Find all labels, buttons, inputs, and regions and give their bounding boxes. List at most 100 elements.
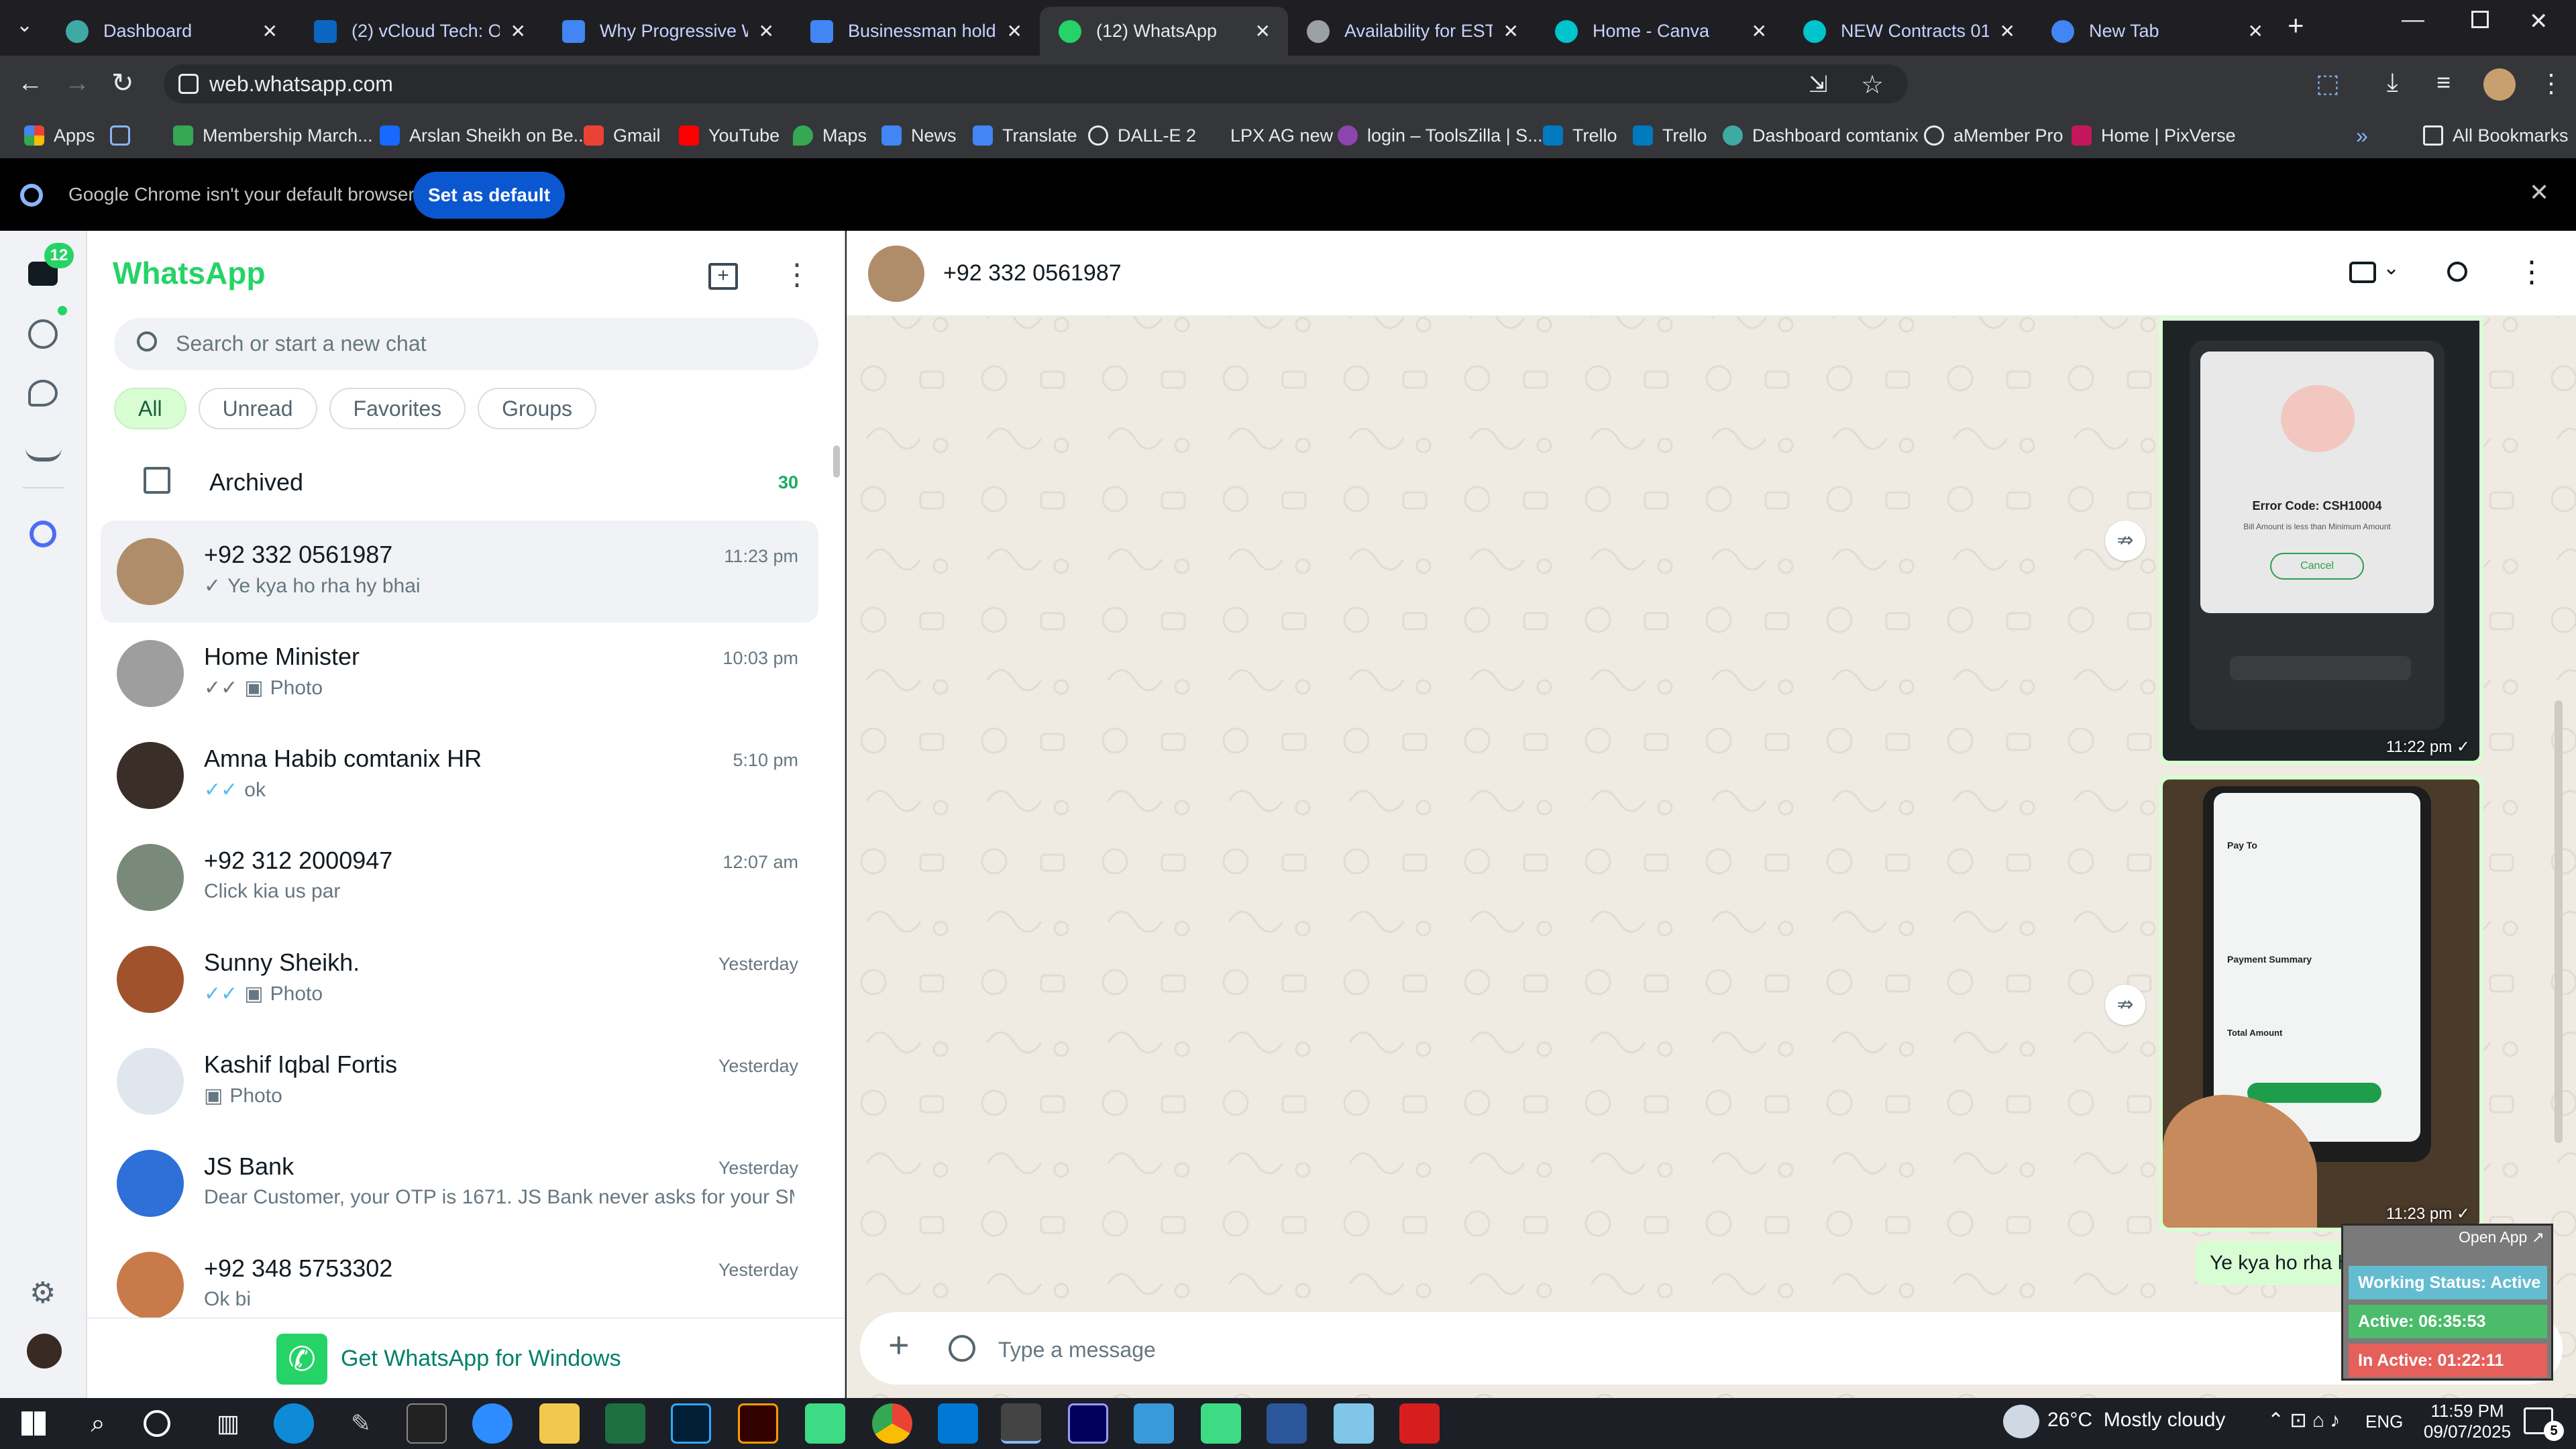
site-info-icon[interactable] xyxy=(178,74,199,94)
status-icon[interactable] xyxy=(28,319,58,349)
tab-dashboard[interactable]: Dashboard ✕ xyxy=(47,7,295,56)
bookmark-maps[interactable]: Maps xyxy=(793,123,867,148)
weather-cloudy-icon[interactable] xyxy=(2003,1405,2039,1438)
contact-avatar[interactable] xyxy=(868,246,924,302)
message-composer[interactable]: + Type a message xyxy=(860,1312,2563,1385)
new-chat-icon[interactable]: + xyxy=(708,263,738,290)
close-icon[interactable]: ✕ xyxy=(2529,178,2549,207)
edge-icon[interactable] xyxy=(274,1403,314,1444)
tab-vcloud[interactable]: (2) vCloud Tech: Over ✕ xyxy=(295,7,543,56)
tab-businessman[interactable]: Businessman holding ✕ xyxy=(792,7,1040,56)
chrome-icon[interactable] xyxy=(872,1403,912,1444)
bookmark-amember[interactable]: aMember Pro xyxy=(1924,123,2063,148)
file-explorer-icon[interactable] xyxy=(539,1403,580,1444)
acrobat-icon[interactable] xyxy=(1399,1403,1440,1444)
app-blue-icon[interactable] xyxy=(1134,1403,1174,1444)
vscode-icon[interactable] xyxy=(938,1403,978,1444)
filter-all[interactable]: All xyxy=(114,388,186,429)
bookmark-dashboard-comtanix[interactable]: Dashboard comtanix xyxy=(1723,123,1919,148)
close-icon[interactable]: ✕ xyxy=(759,20,774,42)
bookmark-pixverse[interactable]: Home | PixVerse xyxy=(2072,123,2236,148)
message-input[interactable]: Type a message xyxy=(998,1338,1156,1362)
photoshop-icon[interactable] xyxy=(671,1403,711,1444)
contact-name[interactable]: +92 332 0561987 xyxy=(943,260,1122,286)
tab-whatsapp[interactable]: (12) WhatsApp ✕ xyxy=(1040,7,1288,56)
system-tray-icons[interactable]: ⌃ ⊡ ⌂ ♪ xyxy=(2267,1409,2340,1432)
forward-icon[interactable]: → xyxy=(64,69,90,98)
profile-avatar[interactable] xyxy=(2483,68,2516,101)
back-icon[interactable]: ← xyxy=(17,69,43,98)
pen-icon[interactable]: ✎ xyxy=(341,1403,381,1444)
bookmark-youtube[interactable]: YouTube xyxy=(679,123,780,148)
chat-header[interactable]: +92 332 0561987 ⌄ ⋮ xyxy=(847,231,2576,317)
app-green-icon[interactable] xyxy=(1201,1403,1241,1444)
chat-row[interactable]: Kashif Iqbal Fortis Yesterday ▣ Photo xyxy=(101,1030,818,1132)
profile-avatar[interactable] xyxy=(27,1334,62,1368)
app-green-icon[interactable] xyxy=(805,1403,845,1444)
set-as-default-button[interactable]: Set as default xyxy=(413,172,565,219)
close-icon[interactable]: ✕ xyxy=(1752,20,1767,42)
filter-favorites[interactable]: Favorites xyxy=(329,388,466,429)
language-indicator[interactable]: ENG xyxy=(2365,1411,2403,1432)
scrollbar[interactable] xyxy=(2555,700,2563,1143)
filter-unread[interactable]: Unread xyxy=(198,388,317,429)
tab-progressive-web[interactable]: Why Progressive Web ✕ xyxy=(543,7,792,56)
close-icon[interactable]: ✕ xyxy=(262,20,278,42)
address-bar[interactable]: web.whatsapp.com ⇲ ☆ xyxy=(164,64,1908,103)
terminal-icon[interactable] xyxy=(407,1403,447,1444)
chat-row[interactable]: Home Minister 10:03 pm ✓✓ ▣ Photo xyxy=(101,623,818,724)
close-icon[interactable]: ✕ xyxy=(1503,20,1519,42)
close-icon[interactable]: ✕ xyxy=(2248,20,2263,42)
search-icon[interactable] xyxy=(2447,262,2467,282)
chat-row[interactable]: Amna Habib comtanix HR 5:10 pm ✓✓ ok xyxy=(101,724,818,826)
scrollbar[interactable] xyxy=(833,445,840,478)
close-icon[interactable]: ✕ xyxy=(2000,20,2015,42)
chat-row[interactable]: +92 312 2000947 12:07 am Click kia us pa… xyxy=(101,826,818,928)
sticker-icon[interactable] xyxy=(949,1335,975,1362)
chat-row[interactable]: Sunny Sheikh. Yesterday ✓✓ ▣ Photo xyxy=(101,928,818,1030)
tab-new-tab[interactable]: New Tab ✕ xyxy=(2033,7,2281,56)
bookmark-grid[interactable] xyxy=(110,123,140,148)
tab-search-icon[interactable]: ⌄ xyxy=(16,13,33,37)
url-text[interactable]: web.whatsapp.com xyxy=(209,72,393,97)
restore-button[interactable] xyxy=(2471,11,2489,28)
word-icon[interactable] xyxy=(1267,1403,1307,1444)
download-icon[interactable]: ⤓ xyxy=(2387,68,2398,97)
bookmark-membership[interactable]: Membership March... xyxy=(173,123,373,148)
weather-text[interactable]: 26°C Mostly cloudy xyxy=(2047,1409,2225,1432)
video-call-icon[interactable] xyxy=(2349,262,2376,283)
chrome-active-icon[interactable] xyxy=(1001,1403,1041,1444)
extensions-icon[interactable]: ⬚ xyxy=(2316,68,2340,99)
bookmark-translate[interactable]: Translate xyxy=(973,123,1077,148)
filter-groups[interactable]: Groups xyxy=(478,388,597,429)
image-message[interactable]: Error Code: CSH10004 Bill Amount is less… xyxy=(2159,317,2483,765)
channels-icon[interactable] xyxy=(28,380,58,407)
tab-availability[interactable]: Availability for EST sh ✕ xyxy=(1288,7,1536,56)
cortana-icon[interactable] xyxy=(144,1410,170,1437)
reload-icon[interactable]: ↻ xyxy=(111,68,134,99)
close-icon[interactable]: ✕ xyxy=(1255,20,1271,42)
premiere-icon[interactable] xyxy=(1068,1403,1108,1444)
windows-start-icon[interactable] xyxy=(13,1403,54,1444)
menu-icon[interactable]: ⋮ xyxy=(782,258,812,292)
image-message[interactable]: Pay To Payment Summary Total Amount 11:2… xyxy=(2159,775,2483,1232)
task-view-icon[interactable]: ▥ xyxy=(208,1403,248,1444)
attach-plus-icon[interactable]: + xyxy=(888,1327,910,1363)
settings-gear-icon[interactable]: ⚙ xyxy=(30,1279,56,1308)
search-icon[interactable]: ⌕ xyxy=(78,1403,118,1444)
app-light-blue-icon[interactable] xyxy=(1334,1403,1374,1444)
communities-icon[interactable] xyxy=(25,437,62,462)
tab-canva[interactable]: Home - Canva ✕ xyxy=(1536,7,1784,56)
bookmark-behance[interactable]: Arslan Sheikh on Be... xyxy=(380,123,588,148)
close-icon[interactable]: ✕ xyxy=(511,20,526,42)
bookmark-apps[interactable]: Apps xyxy=(24,123,95,148)
search-input[interactable]: Search or start a new chat xyxy=(114,318,818,370)
get-windows-link[interactable]: Get WhatsApp for Windows xyxy=(341,1346,621,1372)
bookmark-gmail[interactable]: Gmail xyxy=(584,123,661,148)
bookmarks-overflow-icon[interactable]: » xyxy=(2356,123,2368,148)
media-control-icon[interactable]: ≡ xyxy=(2436,68,2451,97)
new-tab-button[interactable]: + xyxy=(2288,9,2304,42)
bookmark-news[interactable]: News xyxy=(881,123,957,148)
bookmark-dalle[interactable]: DALL-E 2 xyxy=(1088,123,1196,148)
excel-icon[interactable] xyxy=(605,1403,645,1444)
